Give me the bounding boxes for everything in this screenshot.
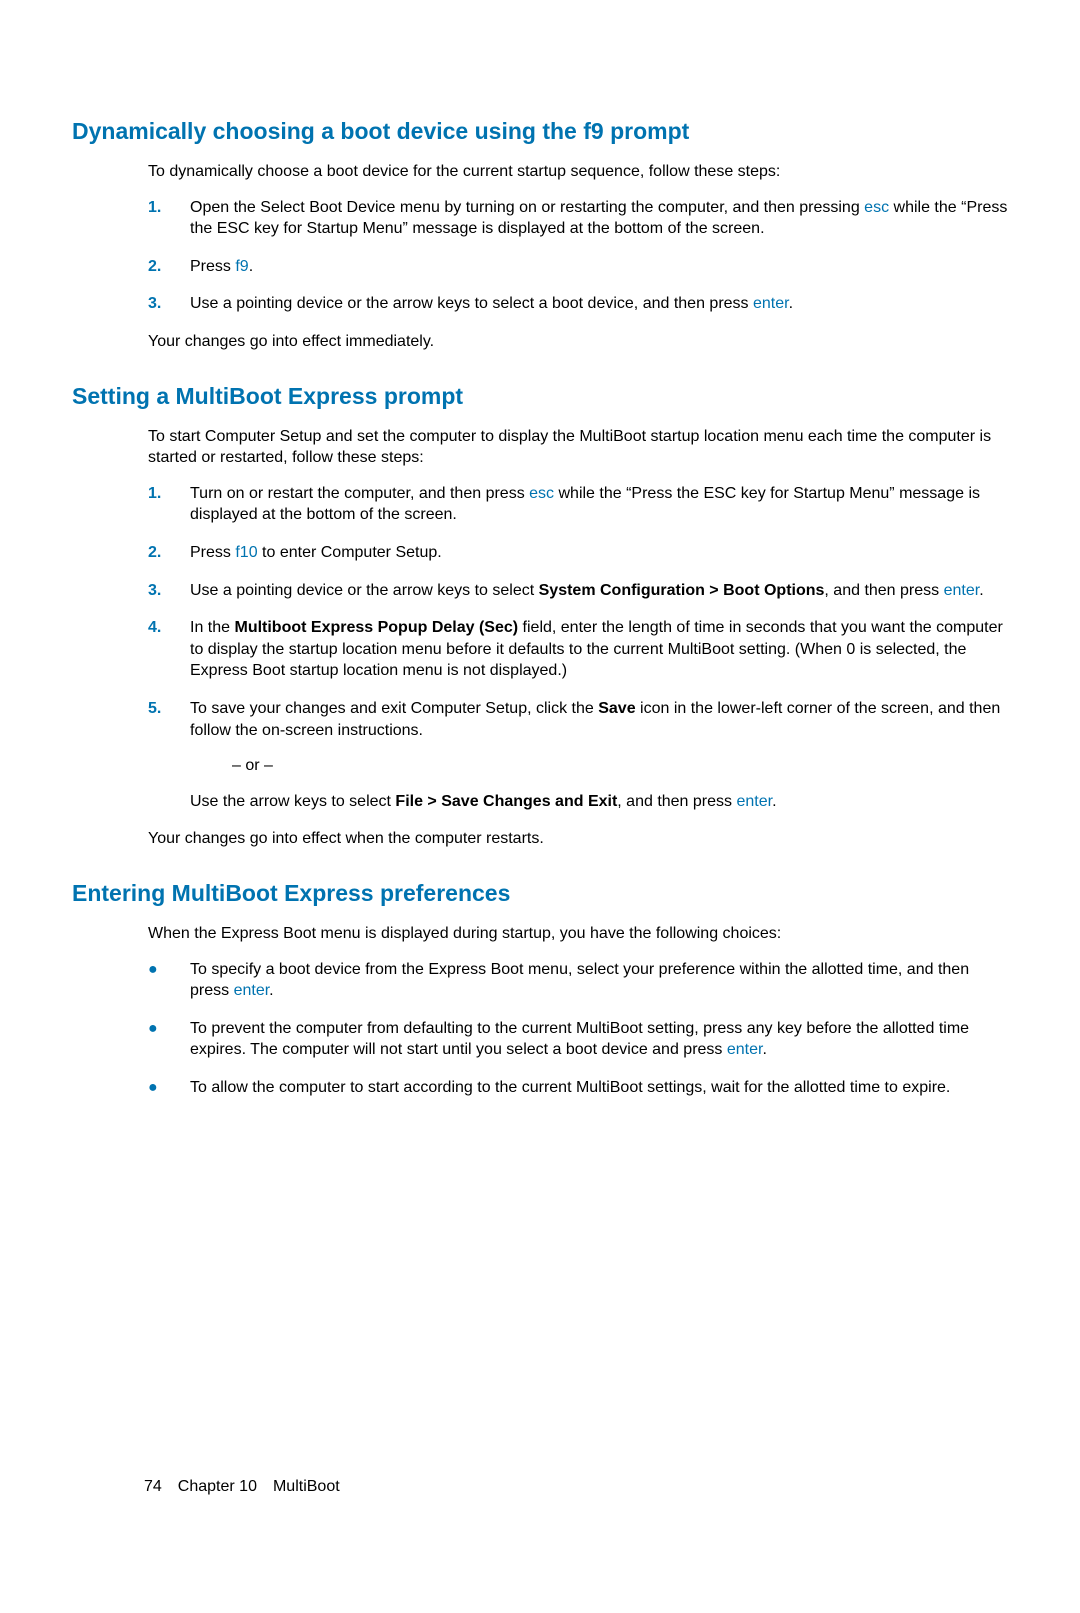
page-number: 74 (144, 1478, 162, 1495)
list-item: ● To specify a boot device from the Expr… (148, 959, 1008, 1002)
list-item: ● To prevent the computer from defaultin… (148, 1018, 1008, 1061)
key-enter: enter (234, 982, 270, 999)
step-text: Turn on or restart the computer, and the… (190, 483, 1008, 526)
chapter-label: Chapter 10 MultiBoot (178, 1478, 340, 1495)
key-esc: esc (529, 485, 554, 502)
intro-text: To dynamically choose a boot device for … (148, 161, 1008, 183)
step-number: 1. (148, 197, 190, 219)
save-label: Save (598, 700, 635, 717)
step-text: Press f10 to enter Computer Setup. (190, 542, 1008, 564)
bullet-text: To specify a boot device from the Expres… (190, 959, 1008, 1002)
bullet-icon: ● (148, 959, 190, 981)
key-enter: enter (753, 295, 789, 312)
bullet-text: To prevent the computer from defaulting … (190, 1018, 1008, 1061)
page-footer: 74 Chapter 10 MultiBoot (144, 1476, 340, 1498)
list-item: 1. Turn on or restart the computer, and … (148, 483, 1008, 526)
step-text: Use a pointing device or the arrow keys … (190, 293, 1008, 315)
step-number: 4. (148, 617, 190, 639)
step-number: 2. (148, 256, 190, 278)
field-name: Multiboot Express Popup Delay (Sec) (234, 619, 518, 636)
intro-text: To start Computer Setup and set the comp… (148, 426, 1008, 469)
list-item: 2. Press f9. (148, 256, 1008, 278)
key-f10: f10 (235, 544, 257, 561)
alt-step-text: Use the arrow keys to select File > Save… (190, 791, 1008, 813)
bullet-icon: ● (148, 1077, 190, 1099)
key-enter: enter (736, 793, 772, 810)
key-enter: enter (727, 1041, 763, 1058)
step-number: 2. (148, 542, 190, 564)
menu-path: System Configuration > Boot Options (539, 582, 825, 599)
heading-multiboot-express-prefs: Entering MultiBoot Express preferences (72, 878, 1008, 909)
bullet-list: ● To specify a boot device from the Expr… (148, 959, 1008, 1099)
outro-text: Your changes go into effect when the com… (148, 828, 1008, 850)
list-item: 3. Use a pointing device or the arrow ke… (148, 580, 1008, 602)
bullet-text: To allow the computer to start according… (190, 1077, 1008, 1099)
step-number: 3. (148, 580, 190, 602)
heading-multiboot-express-prompt: Setting a MultiBoot Express prompt (72, 381, 1008, 412)
list-item: 4. In the Multiboot Express Popup Delay … (148, 617, 1008, 682)
intro-text: When the Express Boot menu is displayed … (148, 923, 1008, 945)
steps-list: 1. Open the Select Boot Device menu by t… (148, 197, 1008, 315)
list-item: 1. Open the Select Boot Device menu by t… (148, 197, 1008, 240)
step-text: To save your changes and exit Computer S… (190, 698, 1008, 812)
list-item: 3. Use a pointing device or the arrow ke… (148, 293, 1008, 315)
step-text: In the Multiboot Express Popup Delay (Se… (190, 617, 1008, 682)
step-number: 1. (148, 483, 190, 505)
step-text: Use a pointing device or the arrow keys … (190, 580, 1008, 602)
step-number: 3. (148, 293, 190, 315)
key-enter: enter (944, 582, 980, 599)
list-item: 2. Press f10 to enter Computer Setup. (148, 542, 1008, 564)
steps-list: 1. Turn on or restart the computer, and … (148, 483, 1008, 813)
step-text: Press f9. (190, 256, 1008, 278)
step-number: 5. (148, 698, 190, 720)
menu-path: File > Save Changes and Exit (395, 793, 617, 810)
bullet-icon: ● (148, 1018, 190, 1040)
heading-f9-prompt: Dynamically choosing a boot device using… (72, 116, 1008, 147)
or-separator: – or – (232, 755, 1008, 777)
list-item: 5. To save your changes and exit Compute… (148, 698, 1008, 812)
key-f9: f9 (235, 258, 248, 275)
outro-text: Your changes go into effect immediately. (148, 331, 1008, 353)
list-item: ● To allow the computer to start accordi… (148, 1077, 1008, 1099)
key-esc: esc (864, 199, 889, 216)
step-text: Open the Select Boot Device menu by turn… (190, 197, 1008, 240)
